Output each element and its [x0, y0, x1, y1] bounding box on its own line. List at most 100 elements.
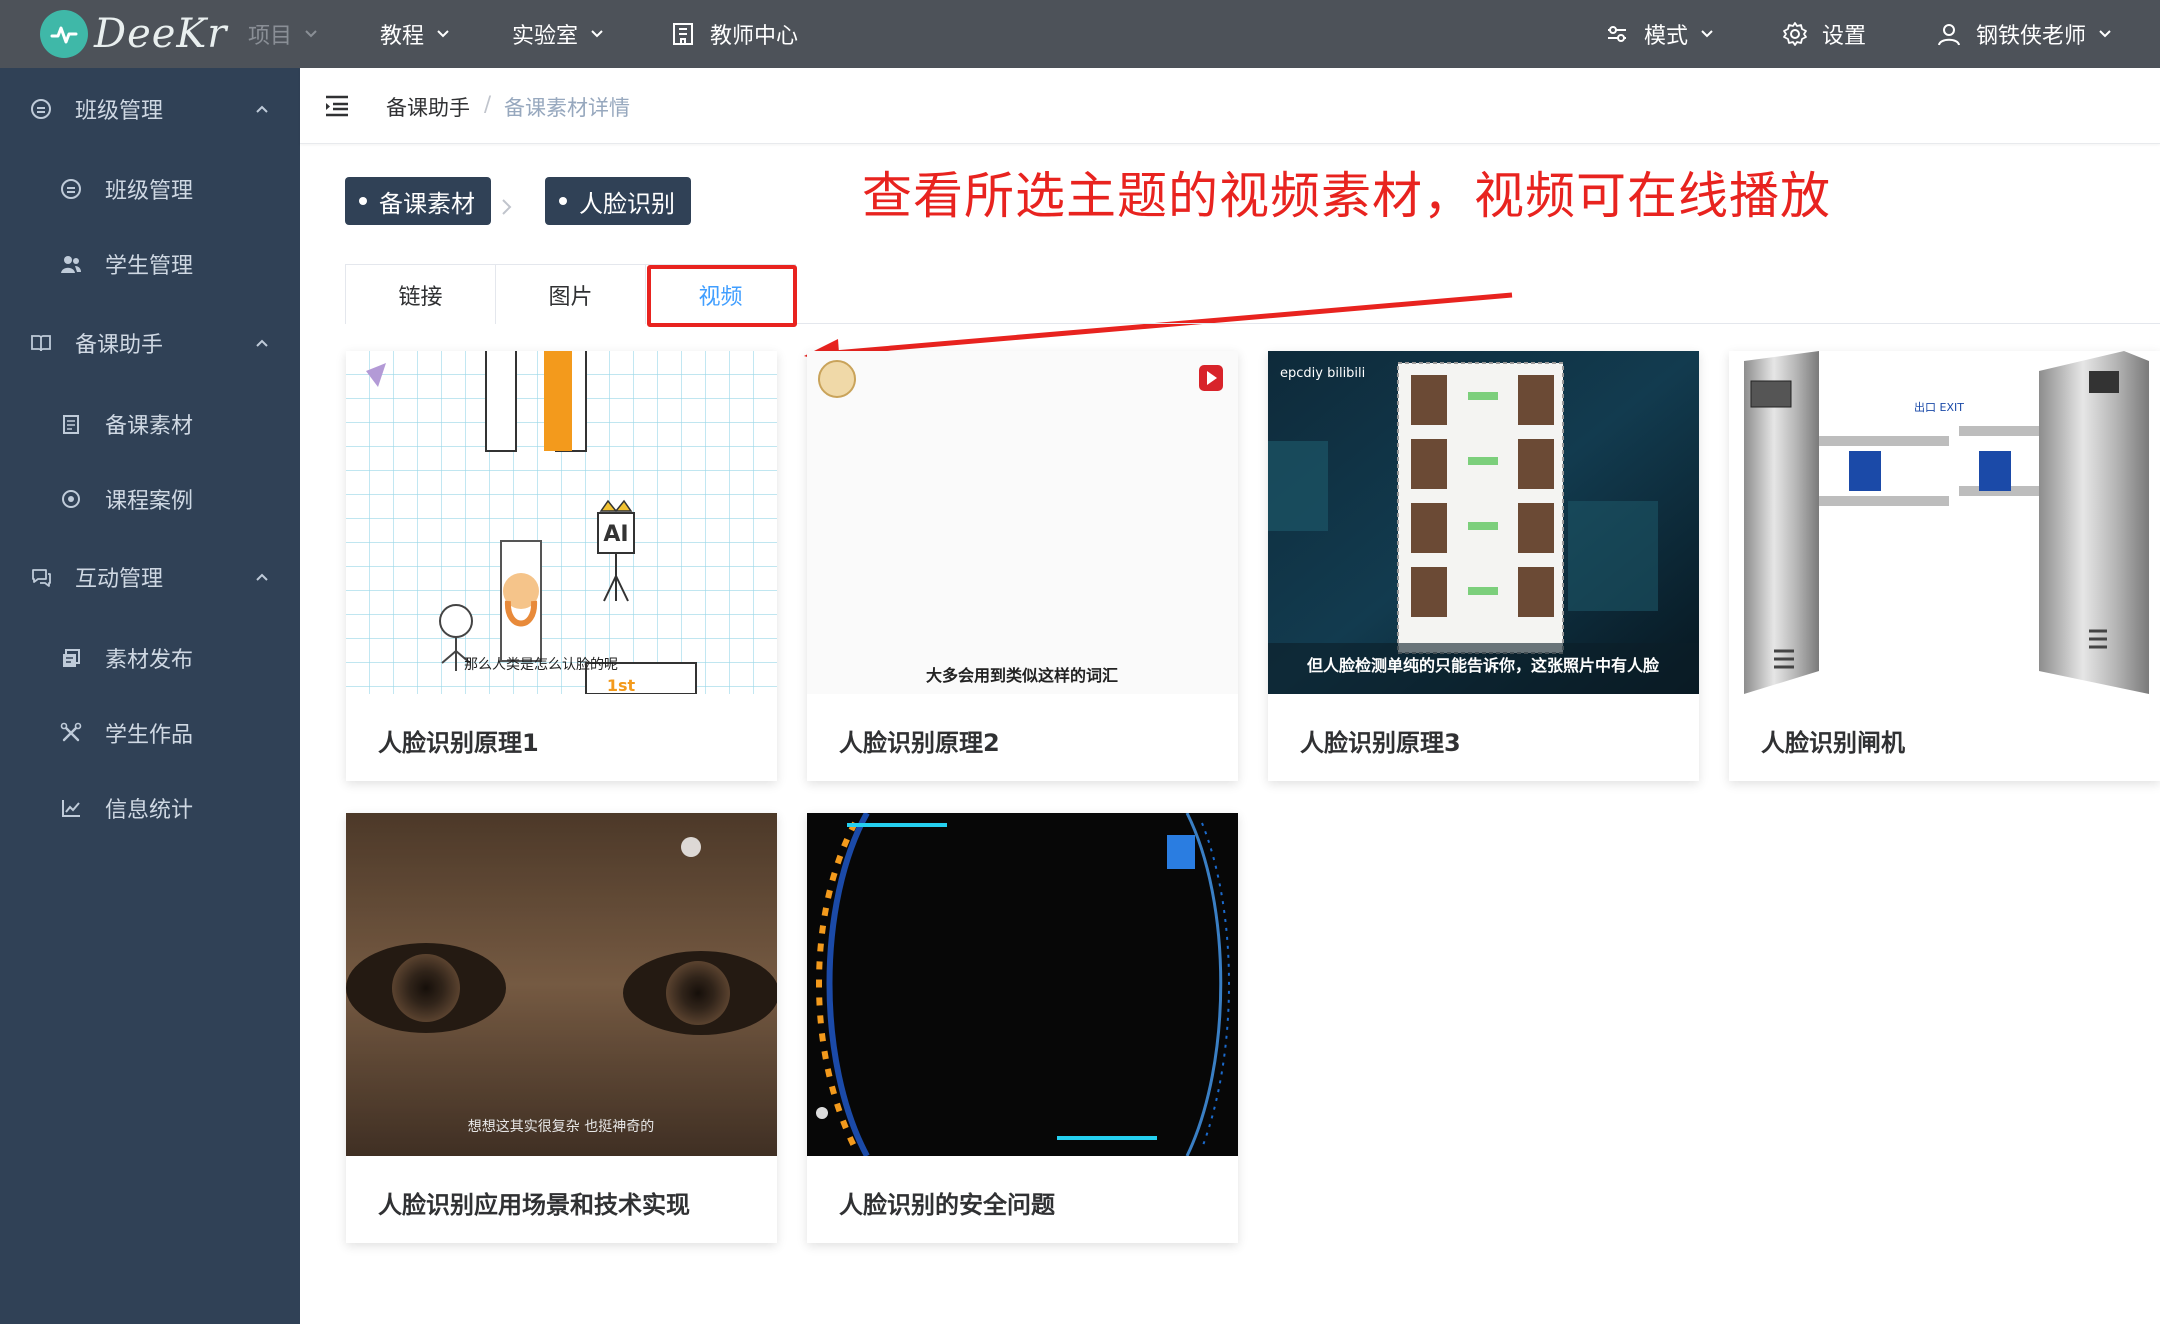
video-card[interactable]: epcdiy bilibili 但人脸检测单纯的只能告诉你，这张照片中有人脸 人…: [1268, 351, 1699, 781]
sidebar-item-label: 课程案例: [105, 488, 194, 514]
video-card[interactable]: 大多会用到类似这样的词汇 人脸识别原理2: [807, 351, 1238, 781]
nav-user-label: 钢铁侠老师: [1976, 24, 2087, 49]
chevron-right-icon: [502, 199, 512, 215]
video-title[interactable]: 人脸识别的安全问题: [839, 1185, 1055, 1220]
breadcrumb-bar: 备课助手 / 备课素材详情: [300, 68, 2160, 144]
tag-dot: [559, 197, 567, 205]
nav-settings[interactable]: 设置: [1782, 0, 1866, 68]
class-icon: [61, 178, 81, 199]
sidebar-item-material-publish[interactable]: 素材发布: [0, 620, 300, 695]
building-icon: [673, 23, 693, 45]
tag-lesson-materials[interactable]: 备课素材: [345, 177, 491, 225]
main-content: 备课助手 / 备课素材详情 备课素材 人脸识别 查看所选主题的视频素材，视频可在…: [300, 68, 2160, 1324]
class-icon: [31, 99, 51, 119]
chevron-down-icon: [1701, 30, 1713, 38]
video-caption: 但人脸检测单纯的只能告诉你，这张照片中有人脸: [1307, 656, 1660, 675]
annotation-text: 查看所选主题的视频素材，视频可在线播放: [862, 167, 1831, 225]
video-thumbnail[interactable]: 出口 EXIT: [1729, 351, 2160, 694]
sidebar-item-student-works[interactable]: 学生作品: [0, 695, 300, 770]
chat-icon: [32, 569, 51, 587]
document-icon: [63, 414, 79, 434]
logo-icon: [40, 10, 88, 58]
nav-settings-label: 设置: [1822, 24, 1867, 49]
breadcrumb-item-lesson-assistant[interactable]: 备课助手: [386, 92, 470, 122]
user-icon: [1938, 24, 1960, 46]
sidebar-item-label: 班级管理: [105, 178, 194, 204]
video-caption: 那么人类是怎么认脸的呢: [464, 657, 618, 673]
sidebar-group-label: 互动管理: [75, 567, 164, 592]
breadcrumb-separator: /: [484, 92, 492, 116]
nav-project[interactable]: 项目: [248, 0, 318, 68]
nav-lab[interactable]: 实验室: [512, 0, 604, 68]
thumbnail-label: epcdiy bilibili: [1280, 366, 1365, 381]
nav-teacher-center[interactable]: 教师中心: [670, 0, 798, 68]
chevron-up-icon: [256, 105, 268, 113]
video-thumbnail[interactable]: epcdiy bilibili 但人脸检测单纯的只能告诉你，这张照片中有人脸: [1268, 351, 1699, 694]
sidebar-item-student-management[interactable]: 学生管理: [0, 226, 300, 301]
chevron-up-icon: [256, 339, 268, 347]
mode-icon: [1608, 26, 1626, 42]
video-title[interactable]: 人脸识别原理1: [378, 723, 539, 758]
target-icon: [62, 489, 80, 508]
video-card[interactable]: 出口 EXIT 人脸识别闸机: [1729, 351, 2160, 781]
chevron-down-icon: [2099, 30, 2111, 38]
nav-user-menu[interactable]: 钢铁侠老师: [1936, 0, 2112, 68]
nav-tutorial[interactable]: 教程: [380, 0, 450, 68]
video-thumbnail[interactable]: [807, 813, 1238, 1156]
users-icon: [61, 255, 81, 273]
chevron-up-icon: [256, 573, 268, 581]
tag-dot: [359, 197, 367, 205]
chevron-down-icon: [305, 30, 317, 38]
gear-icon: [1783, 22, 1807, 46]
tag-label: 备课素材: [379, 189, 475, 218]
thumbnail-label: 出口 EXIT: [1914, 400, 1964, 414]
sidebar-group-lesson-assistant[interactable]: 备课助手: [0, 305, 300, 381]
sidebar-item-label: 素材发布: [105, 647, 194, 673]
sidebar-group-interaction[interactable]: 互动管理: [0, 539, 300, 615]
video-title[interactable]: 人脸识别应用场景和技术实现: [378, 1185, 690, 1220]
line-chart-icon: [62, 799, 80, 817]
nav-mode[interactable]: 模式: [1604, 0, 1714, 68]
video-card[interactable]: 想想这其实很复杂 也挺神奇的 人脸识别应用场景和技术实现: [346, 813, 777, 1243]
video-caption: 想想这其实很复杂 也挺神奇的: [468, 1118, 654, 1135]
material-tabs: 链接 图片 视频: [345, 264, 2160, 324]
video-thumbnail[interactable]: 大多会用到类似这样的词汇: [807, 351, 1238, 694]
sidebar-item-class-management[interactable]: 班级管理: [0, 151, 300, 226]
sidebar-group-label: 备课助手: [75, 333, 164, 358]
sidebar-item-lesson-materials[interactable]: 备课素材: [0, 386, 300, 461]
sidebar-item-label: 学生作品: [105, 722, 194, 748]
video-card[interactable]: 人脸识别的安全问题: [807, 813, 1238, 1243]
video-title[interactable]: 人脸识别闸机: [1761, 723, 1905, 758]
tab-images[interactable]: 图片: [495, 264, 646, 324]
sidebar-group-class-management[interactable]: 班级管理: [0, 71, 300, 147]
logo[interactable]: DeeKr: [40, 8, 227, 60]
video-title[interactable]: 人脸识别原理2: [839, 723, 1000, 758]
video-card[interactable]: AI 1st 那么人类是怎么认脸的呢 人脸识别原理1: [346, 351, 777, 781]
tag-label: 人脸识别: [579, 189, 675, 218]
nav-lab-label: 实验室: [512, 24, 579, 49]
chevron-down-icon: [437, 30, 449, 38]
logo-text: DeeKr: [94, 11, 228, 57]
tools-icon: [60, 722, 82, 741]
sidebar-group-label: 班级管理: [75, 99, 164, 124]
thumbnail-label: AI: [603, 522, 628, 547]
breadcrumb-current: 备课素材详情: [504, 96, 630, 120]
video-thumbnail[interactable]: AI 1st 那么人类是怎么认脸的呢: [346, 351, 777, 694]
top-navbar: DeeKr 项目 教程 实验室 教师中心 模式 设置 钢铁侠老师: [0, 0, 2160, 68]
sidebar-item-label: 学生管理: [105, 253, 194, 279]
tab-videos[interactable]: 视频: [645, 264, 796, 324]
tag-face-recognition[interactable]: 人脸识别: [545, 177, 691, 225]
sidebar-item-course-cases[interactable]: 课程案例: [0, 461, 300, 536]
video-thumbnail[interactable]: 想想这其实很复杂 也挺神奇的: [346, 813, 777, 1156]
video-title[interactable]: 人脸识别原理3: [1300, 723, 1461, 758]
tab-links[interactable]: 链接: [345, 264, 496, 324]
sidebar-item-label: 备课素材: [105, 413, 194, 439]
nav-teacher-center-label: 教师中心: [710, 24, 799, 49]
sidebar-item-statistics[interactable]: 信息统计: [0, 770, 300, 845]
menu-fold-icon[interactable]: [324, 94, 350, 118]
chevron-down-icon: [591, 30, 603, 38]
nav-mode-label: 模式: [1644, 24, 1689, 49]
nav-project-label: 项目: [248, 24, 293, 49]
nav-tutorial-label: 教程: [380, 24, 425, 49]
book-icon: [31, 335, 51, 352]
